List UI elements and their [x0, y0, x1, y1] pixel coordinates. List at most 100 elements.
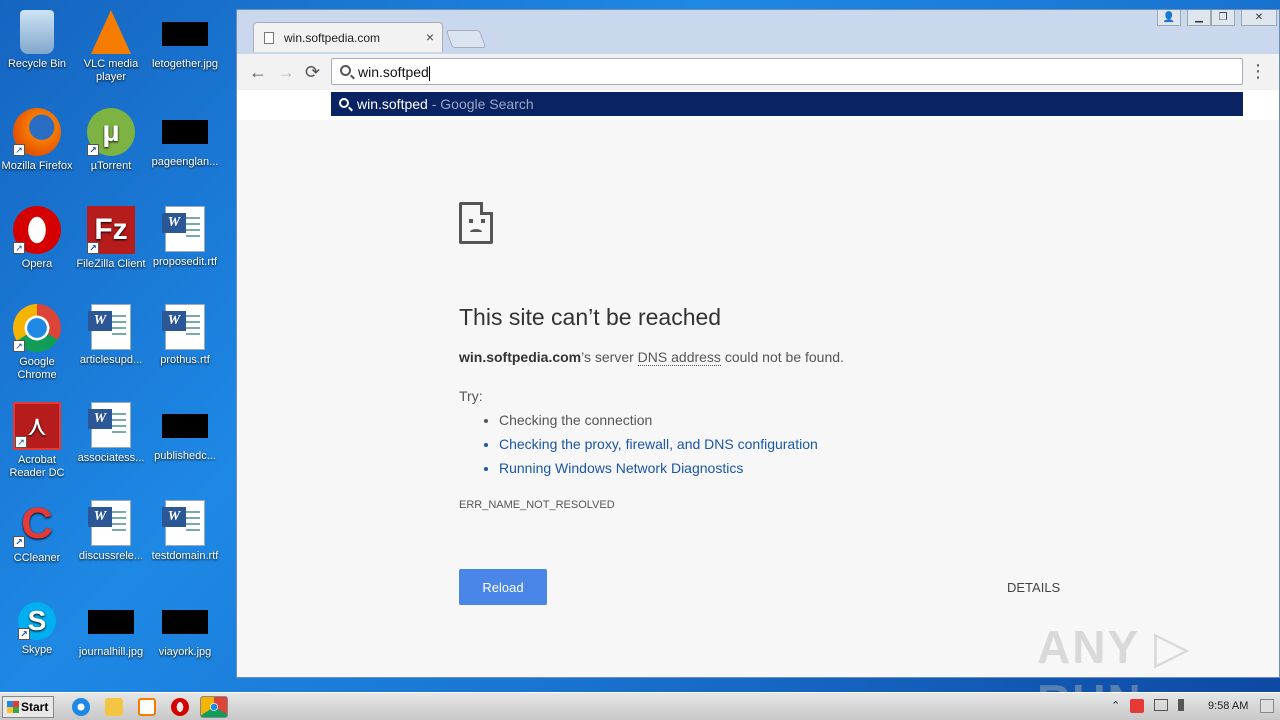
filezilla-icon: Fz ↗	[87, 206, 135, 254]
reload-button[interactable]: Reload	[459, 569, 547, 605]
reload-icon[interactable]: ⟳	[305, 62, 320, 83]
icon-label: CCleaner	[13, 552, 61, 564]
start-button[interactable]: Start	[2, 696, 54, 718]
minimize-button[interactable]: ▁	[1187, 10, 1211, 26]
icon-label: journalhill.jpg	[78, 646, 144, 658]
desktop-icon-articlesupd[interactable]: W articlesupd...	[74, 300, 148, 367]
image-thumbnail-icon	[162, 120, 208, 144]
chrome-icon: ↗	[13, 304, 61, 352]
acrobat-icon: ⋏ ↗	[13, 402, 61, 450]
desktop-icon-journalhill[interactable]: journalhill.jpg	[74, 594, 148, 659]
desktop-icon-chrome[interactable]: ↗ Google Chrome	[0, 300, 74, 382]
desktop-icon-skype[interactable]: S ↗ Skype	[0, 594, 74, 657]
shortcut-arrow-icon: ↗	[15, 436, 27, 448]
clock[interactable]: 9:58 AM	[1208, 700, 1248, 712]
action-center-icon[interactable]	[1130, 699, 1144, 713]
icon-label: Skype	[21, 644, 53, 656]
error-title: This site can’t be reached	[459, 304, 722, 330]
media-player-icon[interactable]	[138, 698, 156, 716]
error-host: win.softpedia.com	[459, 349, 582, 365]
toolbar: ← → ⟳ win.softped ⋮	[237, 54, 1279, 90]
desktop-icon-ccleaner[interactable]: C ↗ CCleaner	[0, 496, 74, 565]
omnibox-suggestion[interactable]: win.softped - Google Search	[331, 92, 1243, 116]
address-bar[interactable]: win.softped	[331, 58, 1243, 85]
page-icon	[264, 32, 274, 44]
desktop-icon-proposedit[interactable]: W proposedit.rtf	[148, 202, 222, 269]
desktop-icon-opera[interactable]: ↗ Opera	[0, 202, 74, 271]
desktop-icon-discussrele[interactable]: W discussrele...	[74, 496, 148, 563]
suggestion-list: Checking the connection Checking the pro…	[499, 412, 818, 484]
show-desktop-button[interactable]	[1260, 699, 1274, 713]
new-tab-button[interactable]	[445, 30, 487, 48]
icon-label: letogether.jpg	[151, 58, 219, 70]
icon-label: articlesupd...	[79, 354, 143, 366]
image-thumbnail-icon	[162, 22, 208, 46]
desktop-icon-acrobat[interactable]: ⋏ ↗ Acrobat Reader DC	[0, 398, 74, 480]
user-profile-button[interactable]: 👤	[1157, 10, 1181, 26]
error-page: This site can’t be reached win.softpedia…	[237, 120, 1279, 720]
suggestion-network-diagnostics-link[interactable]: Running Windows Network Diagnostics	[499, 460, 818, 484]
word-document-icon: W	[88, 402, 131, 448]
word-document-icon: W	[88, 500, 131, 546]
icon-label: discussrele...	[78, 550, 144, 562]
file-explorer-icon[interactable]	[105, 698, 123, 716]
error-message-end: could not be found.	[720, 349, 844, 365]
icon-label: Recycle Bin	[7, 58, 67, 70]
desktop-icon-viayork[interactable]: viayork.jpg	[148, 594, 222, 659]
image-thumbnail-icon	[162, 610, 208, 634]
volume-icon[interactable]	[1178, 699, 1190, 711]
image-thumbnail-icon	[88, 610, 134, 634]
word-document-icon: W	[162, 500, 205, 546]
suggestion-check-proxy-link[interactable]: Checking the proxy, firewall, and DNS co…	[499, 436, 818, 460]
chrome-taskbar-icon[interactable]	[200, 696, 228, 718]
shortcut-arrow-icon: ↗	[18, 628, 30, 640]
start-label: Start	[21, 700, 49, 714]
desktop-icon-letogether[interactable]: letogether.jpg	[148, 6, 222, 71]
icon-label: Google Chrome	[17, 356, 57, 381]
desktop-icon-pageenglan[interactable]: pageenglan...	[148, 104, 222, 169]
shortcut-arrow-icon: ↗	[87, 242, 99, 254]
desktop-icon-prothus[interactable]: W prothus.rtf	[148, 300, 222, 367]
menu-icon[interactable]: ⋮	[1249, 62, 1267, 80]
word-document-icon: W	[162, 206, 205, 252]
firefox-icon: ↗	[13, 108, 61, 156]
tray-expand-icon[interactable]: ⌃	[1111, 699, 1120, 712]
desktop: Recycle Bin ↗ Mozilla Firefox ↗ Opera ↗ …	[0, 0, 236, 692]
forward-button[interactable]: →	[277, 62, 295, 83]
desktop-icon-recycle-bin[interactable]: Recycle Bin	[0, 6, 74, 71]
sad-page-icon	[459, 202, 493, 244]
desktop-icon-associatess[interactable]: W associatess...	[74, 398, 148, 465]
icon-label: pageenglan...	[151, 156, 219, 168]
desktop-icon-utorrent[interactable]: µ ↗ µTorrent	[74, 104, 148, 173]
desktop-icon-firefox[interactable]: ↗ Mozilla Firefox	[0, 104, 74, 173]
tab-title: win.softpedia.com	[284, 31, 381, 45]
recycle-bin-icon	[20, 10, 54, 54]
error-message-text: ’s server	[581, 349, 638, 365]
tab-strip: win.softpedia.com × 👤 ▁ ❐ ✕	[237, 10, 1279, 54]
details-button[interactable]: DETAILS	[1007, 580, 1060, 595]
opera-taskbar-icon[interactable]	[171, 698, 189, 716]
desktop-icon-publishedc[interactable]: publishedc...	[148, 398, 222, 463]
icon-label: VLC media player	[83, 58, 139, 83]
icon-label: publishedc...	[154, 450, 216, 462]
tab-close-icon[interactable]: ×	[426, 29, 434, 45]
close-window-button[interactable]: ✕	[1241, 10, 1277, 26]
try-label: Try:	[459, 388, 483, 404]
restore-button[interactable]: ❐	[1211, 10, 1235, 26]
utorrent-icon: µ ↗	[87, 108, 135, 156]
tab-active[interactable]: win.softpedia.com ×	[253, 22, 443, 52]
icon-label: viayork.jpg	[158, 646, 212, 658]
chrome-window: win.softpedia.com × 👤 ▁ ❐ ✕ ← → ⟳ win.so…	[236, 9, 1280, 720]
desktop-icon-testdomain[interactable]: W testdomain.rtf	[148, 496, 222, 563]
desktop-icon-vlc[interactable]: VLC media player	[74, 6, 148, 84]
icon-label: prothus.rtf	[160, 354, 210, 366]
icon-label: Opera	[21, 258, 53, 270]
back-button[interactable]: ←	[249, 62, 267, 83]
network-icon[interactable]	[1154, 699, 1168, 711]
icon-label: associatess...	[77, 452, 145, 464]
address-bar-text: win.softped	[358, 64, 429, 80]
internet-explorer-icon[interactable]	[72, 698, 90, 716]
desktop-icon-filezilla[interactable]: Fz ↗ FileZilla Client	[74, 202, 148, 271]
search-icon	[339, 98, 349, 108]
icon-label: Acrobat Reader DC	[9, 454, 65, 479]
